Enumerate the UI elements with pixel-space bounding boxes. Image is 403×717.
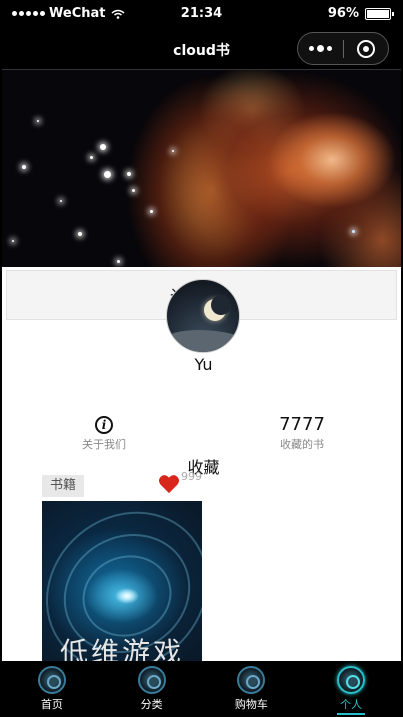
target-close-icon bbox=[356, 39, 375, 58]
info-icon: i bbox=[95, 416, 113, 434]
username: Yu bbox=[194, 355, 213, 374]
more-menu-button[interactable] bbox=[298, 45, 343, 52]
active-tab-indicator bbox=[337, 713, 366, 715]
nav-bar: cloud书 bbox=[2, 28, 401, 70]
app-frame: WeChat 21:34 96% cloud书 Yu i 关于我们 7777 收… bbox=[2, 0, 401, 717]
tab-label: 分类 bbox=[140, 698, 163, 711]
nebula-banner-image bbox=[2, 70, 401, 267]
tab-label: 个人 bbox=[340, 698, 363, 711]
cart-icon bbox=[237, 666, 266, 694]
tab-category[interactable]: 分类 bbox=[102, 661, 202, 717]
tab-label: 首页 bbox=[40, 698, 63, 711]
about-us-label: 关于我们 bbox=[82, 438, 126, 451]
book-cover[interactable]: 低维游戏 bbox=[42, 501, 202, 661]
status-bar: WeChat 21:34 96% bbox=[2, 0, 401, 28]
favorite-count: 7777 bbox=[279, 414, 325, 435]
tab-label: 购物车 bbox=[234, 698, 268, 711]
about-us-button[interactable]: i 关于我们 bbox=[44, 416, 164, 452]
heart-icon[interactable] bbox=[158, 474, 180, 494]
category-icon bbox=[137, 666, 166, 694]
avatar[interactable] bbox=[166, 279, 240, 353]
close-mini-program-button[interactable] bbox=[344, 39, 388, 58]
book-title: 低维游戏 bbox=[59, 636, 184, 661]
tab-profile[interactable]: 个人 bbox=[301, 661, 401, 717]
tab-bar: 首页 分类 购物车 个人 bbox=[2, 661, 401, 717]
mini-program-capsule bbox=[297, 32, 389, 65]
category-tag[interactable]: 书籍 bbox=[42, 475, 84, 497]
like-count: 999 bbox=[181, 470, 202, 483]
battery-info: 96% bbox=[327, 6, 394, 21]
favorite-books-button[interactable]: 7777 收藏的书 bbox=[242, 416, 362, 452]
battery-icon bbox=[365, 7, 394, 20]
favorite-books-label: 收藏的书 bbox=[280, 438, 324, 451]
tab-home[interactable]: 首页 bbox=[2, 661, 102, 717]
profile-icon bbox=[337, 666, 366, 694]
battery-percent: 96% bbox=[327, 6, 359, 21]
home-icon bbox=[37, 666, 66, 694]
tab-cart[interactable]: 购物车 bbox=[202, 661, 302, 717]
